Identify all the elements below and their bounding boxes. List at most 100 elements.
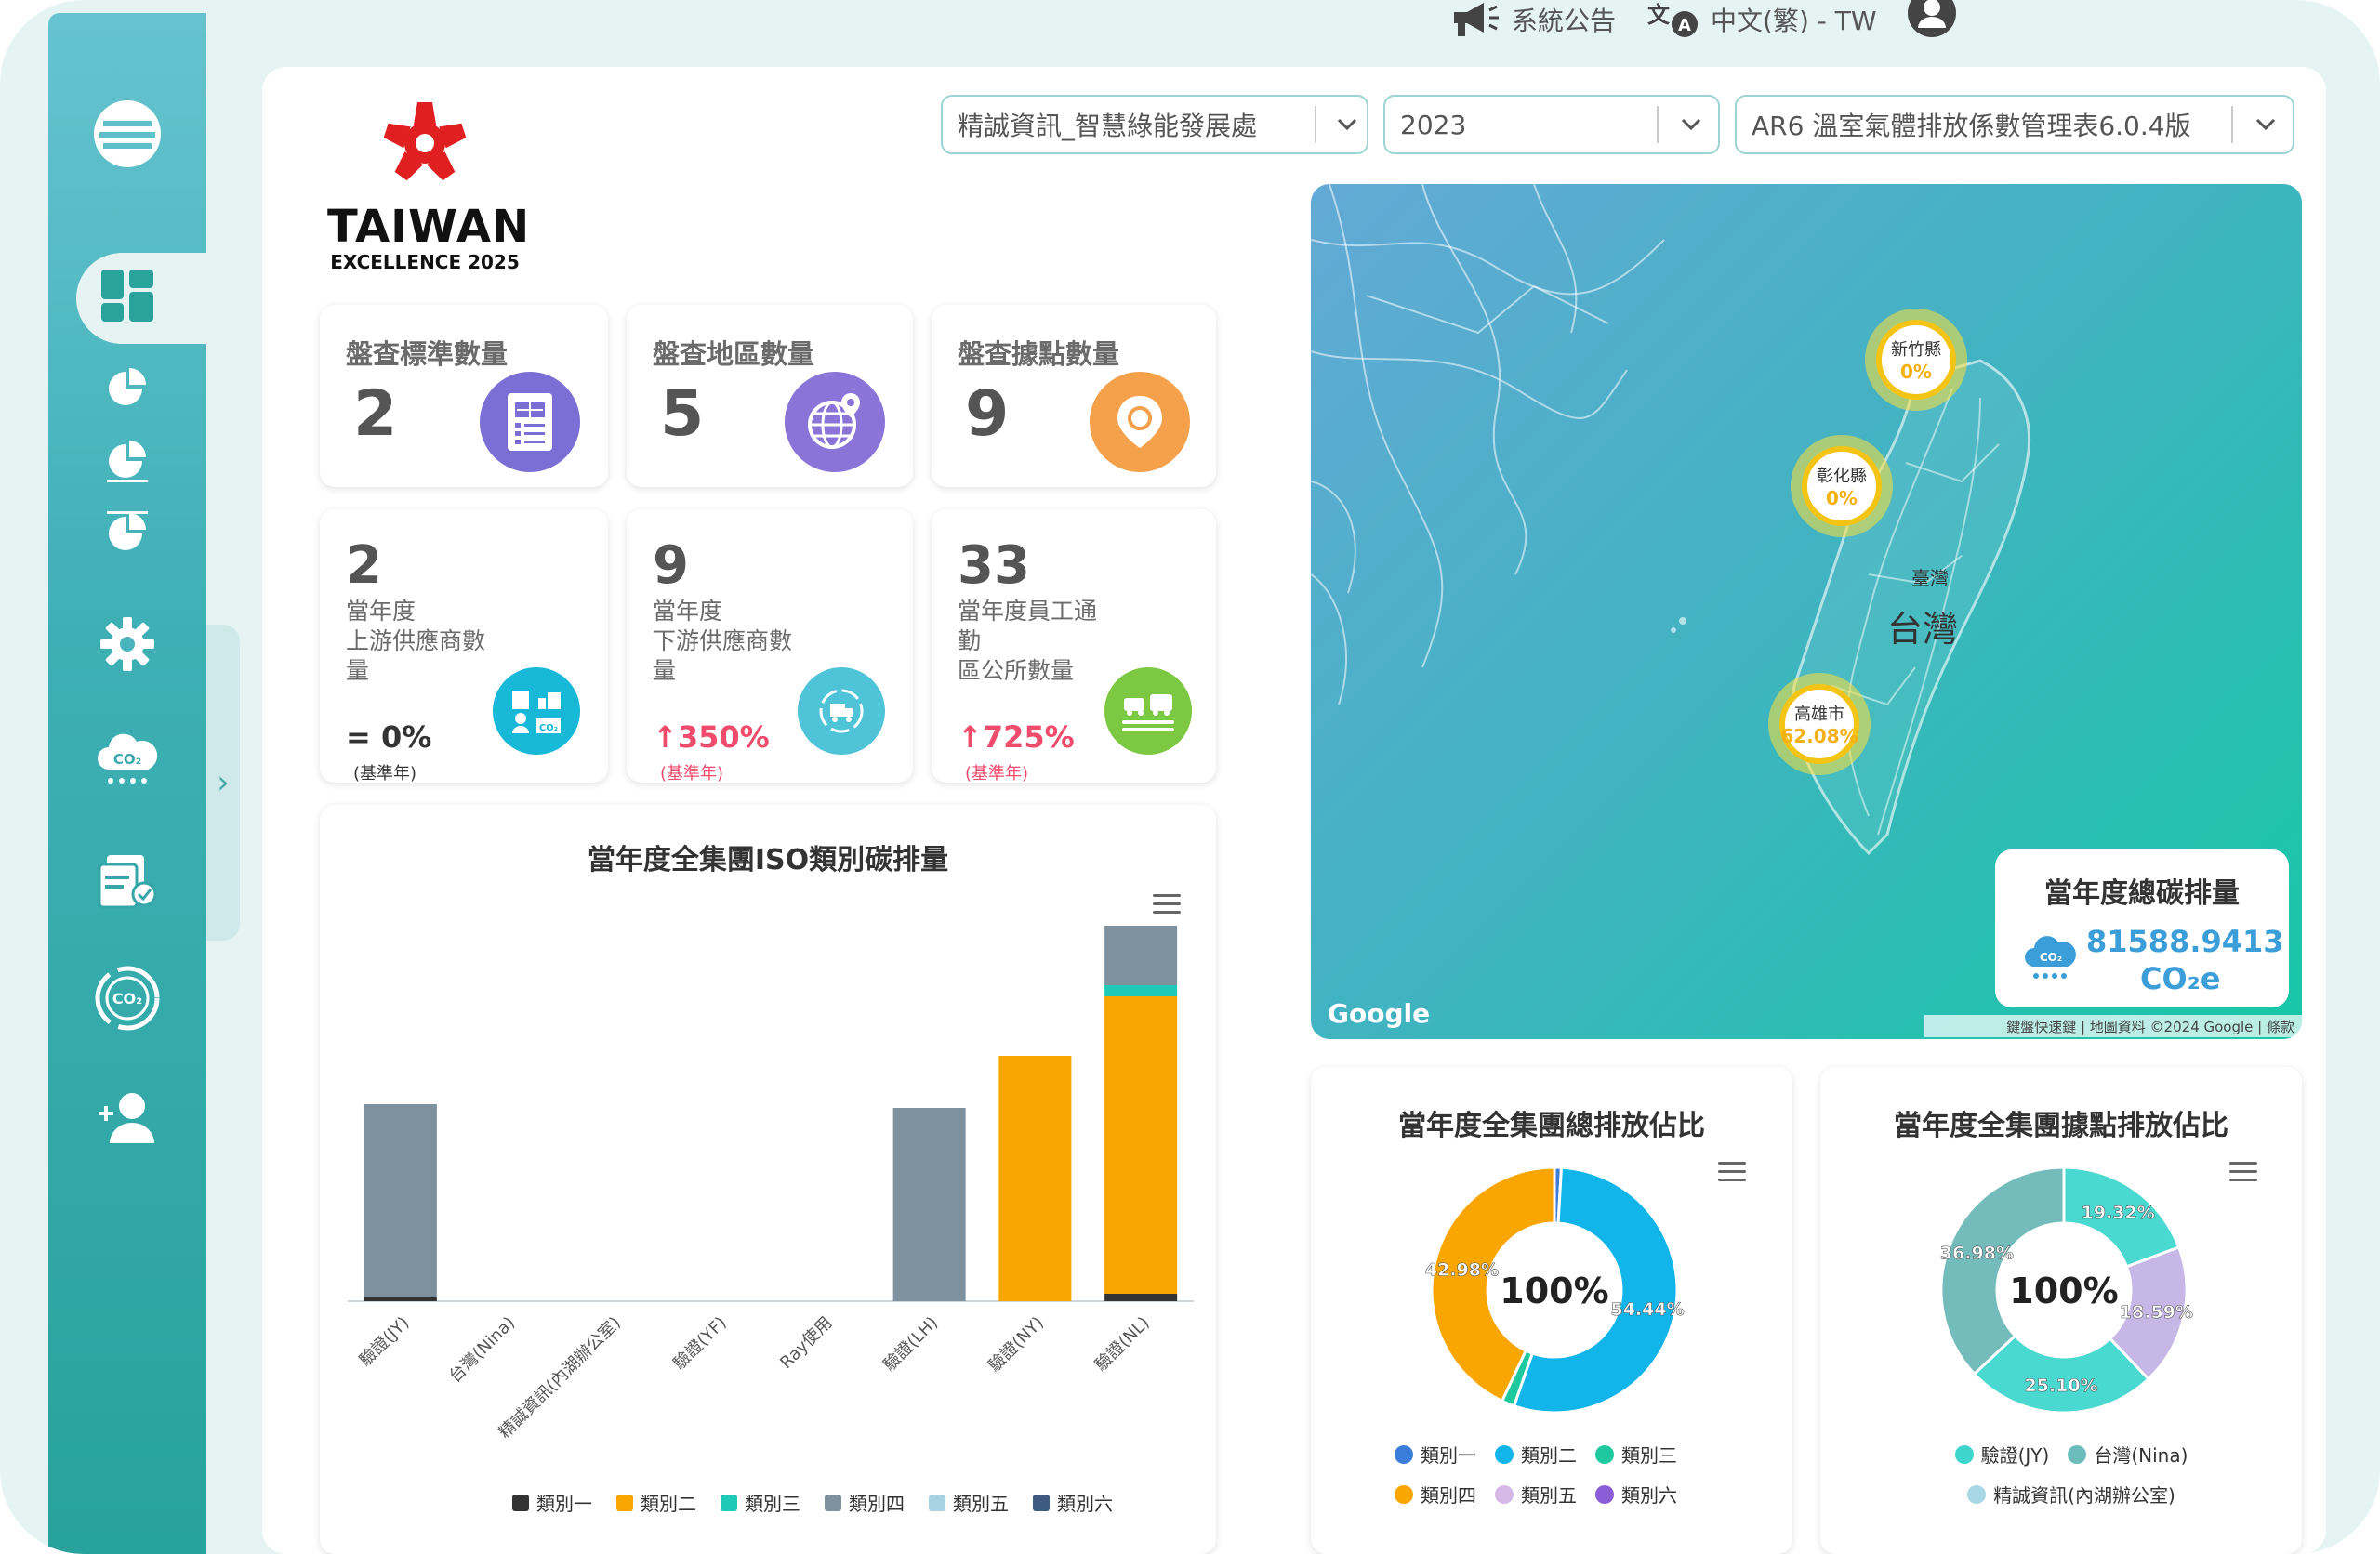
- legend-swatch: [616, 1494, 633, 1511]
- marker-name: 高雄市: [1794, 705, 1844, 724]
- marker-value: 0%: [1826, 487, 1858, 509]
- bar-segment[interactable]: [998, 1056, 1072, 1301]
- emission-factor-select[interactable]: AR6 溫室氣體排放係數管理表6.0.4版: [1735, 95, 2294, 154]
- bar-chart: 驗證(JY) 台灣(Nina)精誠資訊(內湖辦公室) 驗證(YF) Ray使用 驗證(L…: [348, 926, 1194, 1442]
- user-avatar-icon: [1907, 0, 1956, 37]
- legend-label: 類別三: [745, 1493, 800, 1515]
- year-select[interactable]: 2023: [1383, 95, 1720, 154]
- dashboard-icon[interactable]: [48, 266, 206, 325]
- x-tick-label: 驗證(YF): [669, 1313, 730, 1374]
- stat-card-sites: 盤查據點數量 9: [932, 305, 1216, 487]
- x-tick-label: 驗證(LH): [879, 1313, 942, 1376]
- total-emissions-value: 81588.9413: [2086, 924, 2284, 959]
- stat-base-label: (基準年): [353, 764, 417, 784]
- legend-item[interactable]: 驗證(JY): [1954, 1441, 2050, 1468]
- x-tick-label: Ray使用: [776, 1313, 836, 1373]
- svg-text:CO₂: CO₂: [539, 723, 558, 733]
- svg-text:文: 文: [1647, 2, 1671, 28]
- bar-segment[interactable]: [1104, 926, 1178, 985]
- user-account-button[interactable]: [1907, 0, 1957, 39]
- x-tick-label: 驗證(NL): [1091, 1313, 1154, 1376]
- sidebar-expand-toggle[interactable]: ›: [206, 625, 240, 941]
- svg-text:CO₂: CO₂: [112, 990, 142, 1007]
- chevron-down-icon: [2242, 106, 2289, 143]
- stat-label-line: 當年度: [653, 598, 723, 625]
- legend-item[interactable]: 類別四: [1395, 1481, 1476, 1508]
- svg-text:CO₂: CO₂: [113, 751, 141, 768]
- document-approval-icon[interactable]: [48, 846, 206, 913]
- add-user-icon[interactable]: [48, 1089, 206, 1145]
- legend-label: 類別四: [1421, 1484, 1476, 1507]
- x-tick-label: 台灣(Nina): [445, 1313, 519, 1387]
- legend-swatch: [1495, 1444, 1514, 1464]
- legend-item[interactable]: 類別二: [1495, 1441, 1577, 1468]
- legend-item[interactable]: 類別四: [825, 1489, 905, 1516]
- emissions-map[interactable]: 臺灣 台灣 新竹縣 0% 彰化縣 0% 高雄市 62.08% Google 鍵盤快速鍵…: [1311, 184, 2302, 1039]
- x-tick-label: 驗證(JY): [356, 1313, 414, 1371]
- legend-swatch: [721, 1494, 737, 1511]
- bar-segment[interactable]: [364, 1104, 437, 1297]
- legend-swatch: [825, 1494, 841, 1511]
- legend-item[interactable]: 精誠資訊(內湖辦公室): [1967, 1481, 2175, 1508]
- legend-item[interactable]: 類別一: [512, 1489, 592, 1516]
- marker-value: 62.08%: [1780, 725, 1858, 747]
- stat-value: 2: [353, 377, 398, 451]
- language-selector[interactable]: 文A 中文(繁) - TW: [1646, 0, 1877, 39]
- map-marker-hsinchu[interactable]: 新竹縣 0%: [1865, 309, 1967, 411]
- legend-item[interactable]: 類別三: [1595, 1441, 1677, 1468]
- stat-label: 當年度員工通 勤 區公所數量: [958, 597, 1134, 686]
- legend-item[interactable]: 類別五: [929, 1489, 1009, 1516]
- settings-gear-icon[interactable]: [48, 615, 206, 673]
- map-marker-kaohsiung[interactable]: 高雄市 62.08%: [1768, 673, 1871, 775]
- co2-cycle-icon[interactable]: CO₂: [48, 963, 206, 1034]
- map-attribution[interactable]: 鍵盤快速鍵 | 地圖資料 ©2024 Google | 條款: [1924, 1015, 2302, 1037]
- legend-swatch: [1033, 1494, 1050, 1511]
- co2-cloud-icon[interactable]: CO₂: [48, 729, 206, 790]
- legend-label: 驗證(JY): [1980, 1444, 2050, 1467]
- legend-item[interactable]: 類別六: [1033, 1489, 1113, 1516]
- pie-report-icon-1[interactable]: [48, 366, 206, 411]
- slice-label: 25.10%: [2024, 1376, 2097, 1396]
- stat-card-commute-districts: 33 當年度員工通 勤 區公所數量 ↑725% (基準年): [932, 509, 1216, 784]
- legend-item[interactable]: 類別三: [721, 1489, 800, 1516]
- google-watermark: Google: [1328, 998, 1431, 1029]
- legend-swatch: [1395, 1444, 1413, 1464]
- marker-value: 0%: [1900, 361, 1932, 383]
- legend-label: 類別一: [536, 1493, 592, 1515]
- legend-item[interactable]: 類別二: [616, 1489, 696, 1516]
- map-marker-changhua[interactable]: 彰化縣 0%: [1791, 435, 1893, 537]
- announcement-label: 系統公告: [1512, 6, 1617, 36]
- bar-segment[interactable]: [1104, 1294, 1178, 1301]
- svg-text:A: A: [1678, 16, 1691, 35]
- company-select-value: 精誠資訊_智慧綠能發展處: [958, 111, 1258, 141]
- legend-label: 類別五: [1521, 1484, 1577, 1507]
- bar-segment[interactable]: [892, 1108, 966, 1301]
- legend-item[interactable]: 類別六: [1595, 1481, 1677, 1508]
- stat-label: 當年度 下游供應商數 量: [653, 597, 829, 686]
- bar-segment[interactable]: [364, 1297, 437, 1301]
- stat-value: 33: [958, 535, 1030, 596]
- bar-segment[interactable]: [1104, 985, 1178, 996]
- bar-segment[interactable]: [1104, 996, 1178, 1294]
- stat-change: = 0%: [346, 719, 432, 755]
- language-icon: 文A: [1647, 2, 1699, 37]
- stat-label-line: 當年度: [346, 598, 416, 625]
- legend-label: 台灣(Nina): [2094, 1444, 2188, 1467]
- logo-subtitle: EXCELLENCE 2025: [330, 251, 520, 273]
- legend-item[interactable]: 類別一: [1395, 1441, 1476, 1468]
- stat-value: 9: [653, 535, 689, 596]
- announcement-link[interactable]: 系統公告: [1450, 1, 1616, 38]
- stat-label-line: 當年度員工通: [958, 598, 1098, 625]
- checklist-icon: [480, 372, 580, 472]
- legend-item[interactable]: 台灣(Nina): [2068, 1441, 2188, 1468]
- menu-toggle-icon[interactable]: [48, 97, 206, 171]
- stat-label: 當年度 上游供應商數 量: [346, 597, 522, 686]
- stat-label-line: 上游供應商數: [346, 627, 486, 654]
- legend-item[interactable]: 類別五: [1495, 1481, 1577, 1508]
- pie-report-icon-2[interactable]: [48, 439, 206, 483]
- pie-report-icon-3[interactable]: [48, 511, 206, 556]
- iso-category-chart-panel: 當年度全集團ISO類別碳排量 驗證(JY) 台灣(Nina) 精誠資訊(內湖辦公室)…: [320, 805, 1216, 1554]
- select-divider: [2231, 106, 2233, 143]
- company-select[interactable]: 精誠資訊_智慧綠能發展處: [941, 95, 1368, 154]
- stat-card-regions: 盤查地區數量 5: [627, 305, 913, 487]
